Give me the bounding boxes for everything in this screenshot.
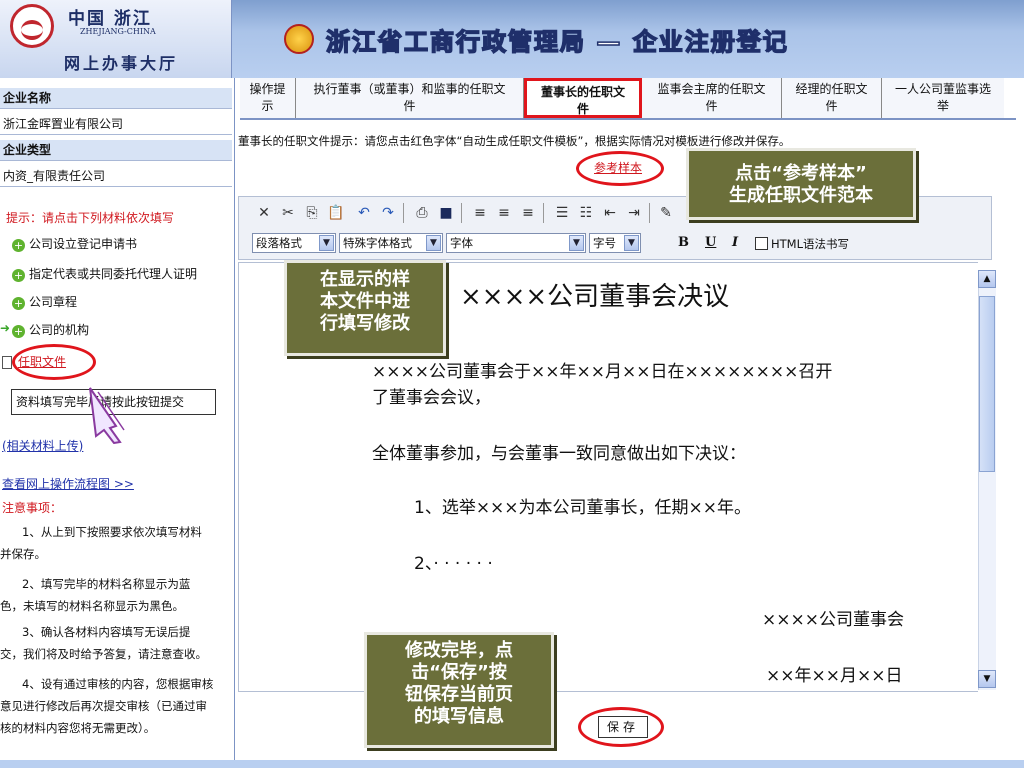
logo-hall-text: 网上办事大厅 bbox=[64, 54, 179, 73]
tab-bar: 操作提示 执行董事（或董事）和监事的任职文件 董事长的任职文件 监事会主席的任职… bbox=[240, 78, 1016, 118]
callout-save: 修改完毕，点 击“保存”按 钮保存当前页 的填写信息 bbox=[364, 632, 554, 748]
material-item[interactable]: + 公司设立登记申请书 bbox=[12, 234, 137, 254]
tab-manager-docs[interactable]: 经理的任职文件 bbox=[782, 78, 882, 118]
plus-circle-icon: + bbox=[12, 239, 25, 252]
paste-icon[interactable]: 📋 bbox=[326, 203, 346, 223]
notice-line: 核的材料内容您将无需更改）。 bbox=[0, 721, 156, 735]
company-name-value: 浙江金晖置业有限公司 bbox=[0, 114, 232, 135]
document-date: ××年××月××日 bbox=[766, 666, 903, 686]
unordered-list-icon[interactable]: ☷ bbox=[576, 203, 596, 223]
paragraph-format-select[interactable]: 段落格式 ▼ bbox=[252, 233, 336, 253]
toolbar-separator bbox=[403, 203, 404, 223]
notice-title: 注意事项： bbox=[2, 501, 63, 515]
chevron-down-icon: ▼ bbox=[624, 235, 639, 251]
undo-icon[interactable]: ↶ bbox=[354, 203, 374, 223]
html-mode-label: HTML语法书写 bbox=[771, 237, 850, 251]
toolbar-separator bbox=[649, 203, 650, 223]
italic-button[interactable]: I bbox=[732, 235, 738, 250]
materials-hint: 提示：请点击下列材料依次填写 bbox=[6, 211, 175, 225]
notice-line: 交，我们将及时给予答复，请注意查收。 bbox=[0, 647, 207, 661]
document-list-item: 2、· · · · · · bbox=[414, 554, 493, 574]
notice-line: 4、设有通过审核的内容，您根据审核 bbox=[22, 677, 214, 691]
scrollbar-thumb[interactable] bbox=[979, 296, 995, 472]
material-item[interactable]: + 公司章程 bbox=[12, 292, 77, 312]
html-mode-checkbox[interactable] bbox=[755, 237, 768, 250]
align-left-icon[interactable]: ≡ bbox=[470, 203, 490, 223]
copy-icon[interactable]: ⎘ bbox=[302, 203, 322, 223]
bottom-bar bbox=[0, 760, 1024, 768]
cut-icon[interactable]: ✂ bbox=[278, 203, 298, 223]
scroll-down-icon[interactable]: ▼ bbox=[978, 670, 996, 688]
material-item[interactable]: + 公司的机构 bbox=[12, 320, 89, 340]
tab-chairman-docs[interactable]: 董事长的任职文件 bbox=[524, 78, 642, 118]
cancel-icon[interactable]: ✕ bbox=[254, 203, 274, 223]
arrow-right-icon: ➜ bbox=[0, 321, 11, 335]
flowchart-link[interactable]: 查看网上操作流程图 >> bbox=[2, 475, 134, 492]
align-center-icon[interactable]: ≡ bbox=[494, 203, 514, 223]
plus-circle-icon: + bbox=[12, 297, 25, 310]
chevron-down-icon: ▼ bbox=[569, 235, 584, 251]
align-right-icon[interactable]: ≡ bbox=[518, 203, 538, 223]
related-upload-link[interactable]: (相关材料上传) bbox=[2, 437, 83, 454]
site-title: 浙江省工商行政管理局 — 企业注册登记 bbox=[325, 26, 789, 57]
notice-line: 3、确认各材料内容填写无误后提 bbox=[22, 625, 191, 639]
notice-line: 2、填写完毕的材料名称显示为蓝 bbox=[22, 577, 191, 591]
scroll-up-icon[interactable]: ▲ bbox=[978, 270, 996, 288]
notice-line: 色，未填写的材料名称显示为黑色。 bbox=[0, 599, 184, 613]
redo-icon[interactable]: ↷ bbox=[378, 203, 398, 223]
tab-operation-tips[interactable]: 操作提示 bbox=[240, 78, 296, 118]
special-font-format-select[interactable]: 特殊字体格式 ▼ bbox=[339, 233, 443, 253]
document-signature: ××××公司董事会 bbox=[762, 610, 904, 630]
notice-line: 并保存。 bbox=[0, 547, 46, 561]
company-name-label: 企业名称 bbox=[0, 88, 232, 109]
company-type-value: 内资_有限责任公司 bbox=[0, 166, 232, 187]
font-size-select[interactable]: 字号 ▼ bbox=[589, 233, 641, 253]
insert-image-icon[interactable]: ✎ bbox=[656, 203, 676, 223]
chevron-down-icon: ▼ bbox=[426, 235, 441, 251]
document-paragraph: ××××公司董事会于××年××月××日在××××××××召开 bbox=[372, 362, 833, 382]
callout-sample: 点击“参考样本” 生成任职文件范本 bbox=[686, 148, 916, 220]
document-list-item: 1、选举×××为本公司董事长，任期××年。 bbox=[414, 498, 752, 518]
national-emblem-icon bbox=[284, 24, 314, 54]
tab-executive-director-docs[interactable]: 执行董事（或董事）和监事的任职文件 bbox=[296, 78, 524, 118]
document-paragraph: 了董事会会议， bbox=[372, 388, 491, 408]
font-select[interactable]: 字体 ▼ bbox=[446, 233, 586, 253]
bold-button[interactable]: B bbox=[678, 235, 689, 250]
notice-line: 1、从上到下按照要求依次填写材料 bbox=[22, 525, 202, 539]
plus-circle-icon: + bbox=[12, 269, 25, 282]
plus-circle-icon: + bbox=[12, 325, 25, 338]
tab-sole-company-election[interactable]: 一人公司董监事选举 bbox=[882, 78, 1004, 118]
document-title: ××××公司董事会决议 bbox=[460, 282, 730, 312]
document-icon bbox=[2, 356, 12, 369]
callout-edit: 在显示的样 本文件中进 行填写修改 bbox=[284, 260, 446, 356]
material-item[interactable]: + 指定代表或共同委托代理人证明 bbox=[12, 264, 197, 284]
indent-icon[interactable]: ⇥ bbox=[624, 203, 644, 223]
highlight-circle bbox=[578, 707, 664, 747]
outdent-icon[interactable]: ⇤ bbox=[600, 203, 620, 223]
highlight-circle bbox=[12, 344, 96, 380]
save-disk-icon[interactable]: ■ bbox=[436, 203, 456, 223]
tab-supervisor-chair-docs[interactable]: 监事会主席的任职文件 bbox=[642, 78, 782, 118]
hand-cursor-icon bbox=[89, 387, 125, 444]
logo-en-text: ZHEJIANG-CHINA bbox=[80, 27, 156, 36]
toolbar-separator bbox=[461, 203, 462, 223]
underline-button[interactable]: U bbox=[705, 235, 716, 250]
ordered-list-icon[interactable]: ☰ bbox=[552, 203, 572, 223]
highlight-circle bbox=[576, 151, 664, 186]
company-type-label: 企业类型 bbox=[0, 140, 232, 161]
chevron-down-icon: ▼ bbox=[319, 235, 334, 251]
logo-icon bbox=[10, 4, 54, 48]
chairman-docs-hint: 董事长的任职文件提示：请您点击红色字体“自动生成任职文件模板”，根据实际情况对模… bbox=[238, 134, 791, 148]
logo-cn-text: 中国 浙江 bbox=[68, 9, 152, 29]
print-icon[interactable]: ⎙ bbox=[412, 203, 432, 223]
logo-area[interactable]: 中国 浙江 ZHEJIANG-CHINA 网上办事大厅 bbox=[0, 0, 232, 78]
tab-divider bbox=[240, 118, 1016, 120]
notice-line: 意见进行修改后再次提交审核（已通过审 bbox=[0, 699, 207, 713]
document-paragraph: 全体董事参加，与会董事一致同意做出如下决议： bbox=[372, 444, 746, 464]
toolbar-separator bbox=[543, 203, 544, 223]
